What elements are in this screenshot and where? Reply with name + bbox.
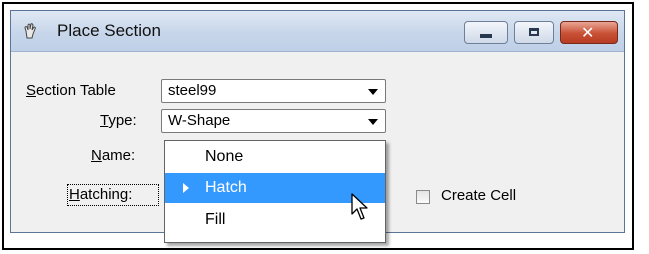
chevron-down-icon xyxy=(368,89,378,95)
minimize-icon xyxy=(480,34,492,38)
chevron-down-icon xyxy=(368,119,378,125)
create-cell-label[interactable]: Create Cell xyxy=(441,187,516,204)
caret-right-icon xyxy=(183,183,189,193)
maximize-icon xyxy=(529,28,539,36)
dropdown-option-label: None xyxy=(205,148,244,165)
hatching-label: Hatching: xyxy=(69,186,132,203)
section-table-value: steel99 xyxy=(168,82,217,99)
minimize-button[interactable] xyxy=(464,21,508,44)
close-button[interactable]: ✕ xyxy=(560,21,618,44)
type-value: W-Shape xyxy=(168,112,231,129)
dropdown-option-label: Fill xyxy=(205,211,226,228)
name-label-rest: ame: xyxy=(101,147,136,164)
section-table-select[interactable]: steel99 xyxy=(161,79,386,103)
name-label: Name: xyxy=(91,147,135,164)
hatching-label-rest: atching: xyxy=(79,186,133,203)
close-icon: ✕ xyxy=(581,23,595,42)
type-select[interactable]: W-Shape xyxy=(161,109,386,133)
type-label-rest: ype: xyxy=(108,112,137,129)
hatching-mnemonic: H xyxy=(69,186,80,203)
name-mnemonic: N xyxy=(91,147,102,164)
dropdown-option-none[interactable]: None xyxy=(165,142,385,172)
dropdown-option-label: Hatch xyxy=(205,179,247,196)
create-cell-checkbox[interactable] xyxy=(416,190,430,204)
maximize-button[interactable] xyxy=(514,21,554,44)
section-table-label-rest: ection Table xyxy=(36,82,116,99)
section-table-mnemonic: S xyxy=(26,82,37,99)
mouse-pointer-icon xyxy=(351,193,368,220)
section-table-label: Section Table xyxy=(26,82,116,99)
title-bar[interactable]: Place Section ✕ xyxy=(11,11,624,52)
hand-icon xyxy=(24,23,36,39)
window-title: Place Section xyxy=(57,21,161,40)
type-label: Type: xyxy=(100,112,137,129)
